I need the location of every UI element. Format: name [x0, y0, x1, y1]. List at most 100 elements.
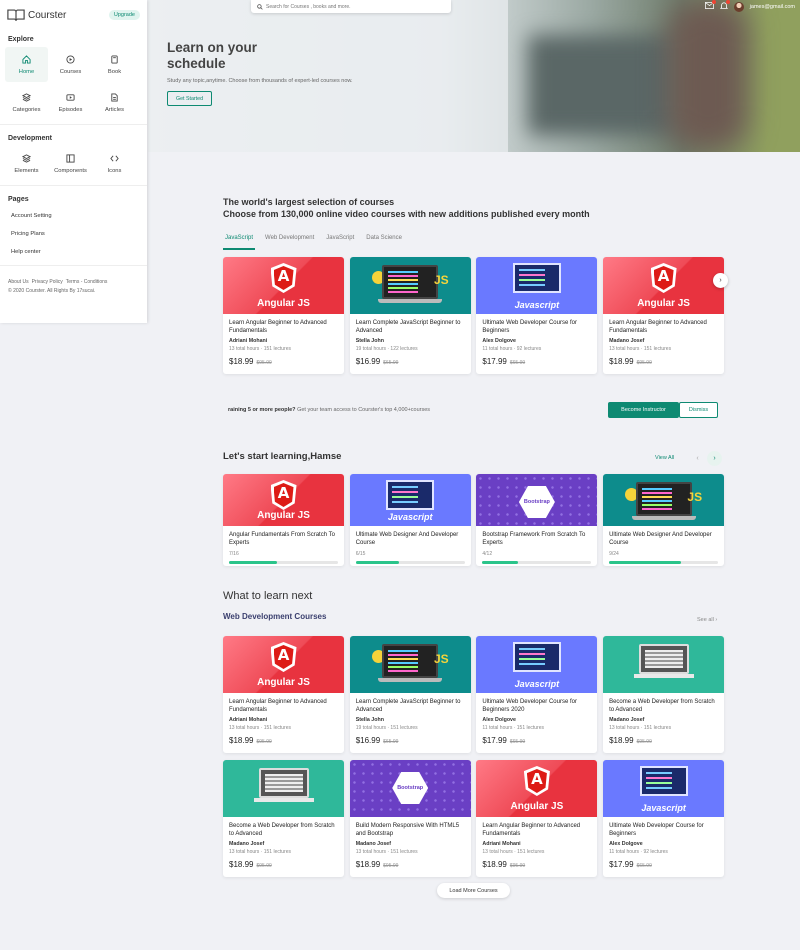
sidebar-item-elements[interactable]: Elements — [5, 146, 48, 181]
course-title: Build Modern Responsive With HTML5 and B… — [355, 823, 460, 837]
sidebar-item-episodes[interactable]: Episodes — [49, 85, 92, 120]
course-card[interactable]: A Angular JS Learn Angular Beginner to Adv… — [603, 257, 725, 374]
footer-link[interactable]: Terms - Conditions — [66, 279, 108, 285]
become-instructor-button[interactable]: Become Instructor — [608, 402, 679, 418]
sidebar-item-label: Home — [18, 68, 35, 75]
sidebar-item-components[interactable]: Components — [49, 146, 92, 181]
home-icon — [22, 54, 31, 64]
divider — [0, 124, 147, 125]
course-card[interactable]: Javascript Ultimate Web Developer Course … — [476, 257, 598, 374]
learning-card[interactable]: Bootstrap Bootstrap Framework From Scratc… — [476, 474, 598, 566]
search-icon — [257, 3, 263, 10]
course-card[interactable]: Become a Web Developer from Scratch to A… — [603, 636, 725, 753]
course-card[interactable]: Bootstrap Build Modern Responsive With HT… — [349, 760, 471, 877]
upgrade-button[interactable]: Upgrade — [108, 10, 140, 20]
sidebar-item-label: Articles — [104, 106, 124, 113]
bootstrap-thumbnail: Bootstrap — [476, 474, 598, 526]
course-card[interactable]: JS Learn Complete JavaScript Beginner to … — [349, 636, 471, 753]
load-more-button[interactable]: Load More Courses — [437, 883, 510, 898]
sidebar-item-book[interactable]: Book — [93, 47, 136, 82]
page-link-pricing-plans[interactable]: Pricing Plans — [0, 225, 147, 243]
course-card[interactable]: JS Learn Complete JavaScript Beginner to … — [349, 257, 471, 374]
see-all-link[interactable]: See all › — [697, 617, 717, 623]
sidebar-item-label: Elements — [14, 167, 39, 174]
course-meta: 13 total hours · 151 lectures — [609, 725, 672, 731]
price: $18.99 — [482, 860, 507, 869]
learning-card[interactable]: A Angular JS Angular Fundamentals From Scr… — [223, 474, 344, 566]
sidebar-item-articles[interactable]: Articles — [93, 85, 136, 120]
course-card[interactable]: A Angular JS Learn Angular Beginner to Adv… — [223, 257, 344, 374]
old-price: $95.99 — [383, 863, 399, 869]
course-card[interactable]: Javascript Ultimate Web Developer Course … — [476, 636, 598, 753]
course-price: $16.99 $65.99 — [356, 357, 465, 366]
sidebar-item-courses[interactable]: Courses — [49, 47, 92, 82]
page-link-help-center[interactable]: Help center — [0, 243, 147, 261]
course-price: $18.99 $95.99 — [229, 736, 338, 745]
video-icon — [66, 93, 75, 101]
tab-web-development[interactable]: Web Development — [263, 233, 316, 250]
course-price: $18.99 $95.99 — [356, 860, 465, 869]
course-meta: 11 total hours · 92 lectures — [482, 346, 542, 352]
carousel-next-button[interactable]: › — [713, 273, 728, 288]
avatar[interactable] — [733, 1, 744, 12]
sidebar-item-home[interactable]: Home — [5, 47, 48, 82]
course-author: Alex Dolgove — [482, 717, 516, 723]
user-email[interactable]: james@gmail.com — [750, 4, 795, 10]
sidebar-footer: About Us Privacy Policy Terms - Conditions… — [0, 270, 147, 296]
thumbnail-label: Angular JS — [257, 298, 310, 309]
course-title: Ultimate Web Developer Course for Beginn… — [609, 823, 704, 837]
training-text: Get your team access to Courster's top 4… — [295, 407, 431, 413]
pages-title: Pages — [8, 196, 29, 203]
course-meta: 11 total hours · 92 lectures — [609, 849, 668, 855]
learning-card[interactable]: JS Ultimate Web Designer And Developer Co… — [603, 474, 725, 566]
web-thumbnail: Javascript — [476, 257, 598, 314]
course-price: $17.99 $65.99 — [482, 736, 591, 745]
footer-link[interactable]: Privacy Policy — [32, 279, 63, 285]
page-link-account-setting[interactable]: Account Setting — [0, 207, 147, 225]
course-card[interactable]: A Angular JS Learn Angular Beginner to Adv… — [476, 760, 598, 877]
web-thumbnail: Javascript — [349, 474, 471, 526]
play-circle-icon — [66, 54, 75, 64]
angular-thumbnail: A Angular JS — [476, 760, 598, 817]
tab-javascript[interactable]: JavaScript — [223, 233, 256, 250]
learning-card[interactable]: Javascript Ultimate Web Designer And Deve… — [349, 474, 471, 566]
search-bar[interactable] — [251, 0, 451, 13]
thumbnail-label: Angular JS — [257, 677, 310, 688]
brand[interactable]: Courster Upgrade — [0, 0, 147, 30]
course-author: Adriani Mohani — [482, 841, 521, 847]
development-title: Development — [8, 135, 52, 142]
tab-javascript[interactable]: JavaScript — [324, 233, 356, 250]
course-card[interactable]: A Angular JS Learn Angular Beginner to Adv… — [223, 636, 344, 753]
get-started-button[interactable]: Get Started — [167, 91, 212, 106]
progress-bar — [355, 561, 465, 564]
mail-icon[interactable] — [704, 0, 716, 11]
bell-icon[interactable] — [719, 0, 730, 12]
course-title: Ultimate Web Developer Course for Beginn… — [482, 699, 577, 713]
thumbnail-label: Bootstrap — [523, 499, 550, 505]
dismiss-button[interactable]: Dismiss — [679, 402, 718, 418]
carousel-next-button[interactable]: › — [707, 451, 722, 466]
view-all-link[interactable]: View All — [655, 455, 674, 461]
search-input[interactable] — [266, 3, 436, 10]
layers-icon — [22, 92, 31, 102]
progress-text: 9/24 — [609, 551, 619, 557]
course-meta: 19 total hours · 151 lectures — [355, 725, 418, 731]
footer-links: About Us Privacy Policy Terms - Conditions — [8, 278, 139, 287]
code-icon — [110, 155, 119, 161]
course-card[interactable]: Become a Web Developer from Scratch to A… — [223, 760, 344, 877]
tab-data-science[interactable]: Data Science — [364, 233, 404, 250]
sidebar-item-categories[interactable]: Categories — [5, 85, 48, 120]
course-card[interactable]: Javascript Ultimate Web Developer Course … — [603, 760, 725, 877]
layout-icon — [66, 153, 75, 163]
carousel-prev-button[interactable]: ‹ — [690, 451, 705, 466]
angular-thumbnail: A Angular JS — [223, 474, 344, 526]
course-meta: 13 total hours · 151 lectures — [609, 346, 672, 352]
old-price: $95.99 — [509, 863, 526, 869]
footer-link[interactable]: About Us — [8, 279, 29, 285]
sidebar-item-icons[interactable]: Icons — [93, 146, 136, 181]
copyright: © 2020 Courster. All Rights By 17sucai. — [8, 288, 96, 294]
price: $17.99 — [609, 860, 634, 869]
thumbnail-label: Javascript — [387, 512, 433, 522]
price: $18.99 — [229, 860, 254, 869]
course-title: Ultimate Web Designer And Developer Cour… — [355, 532, 459, 546]
